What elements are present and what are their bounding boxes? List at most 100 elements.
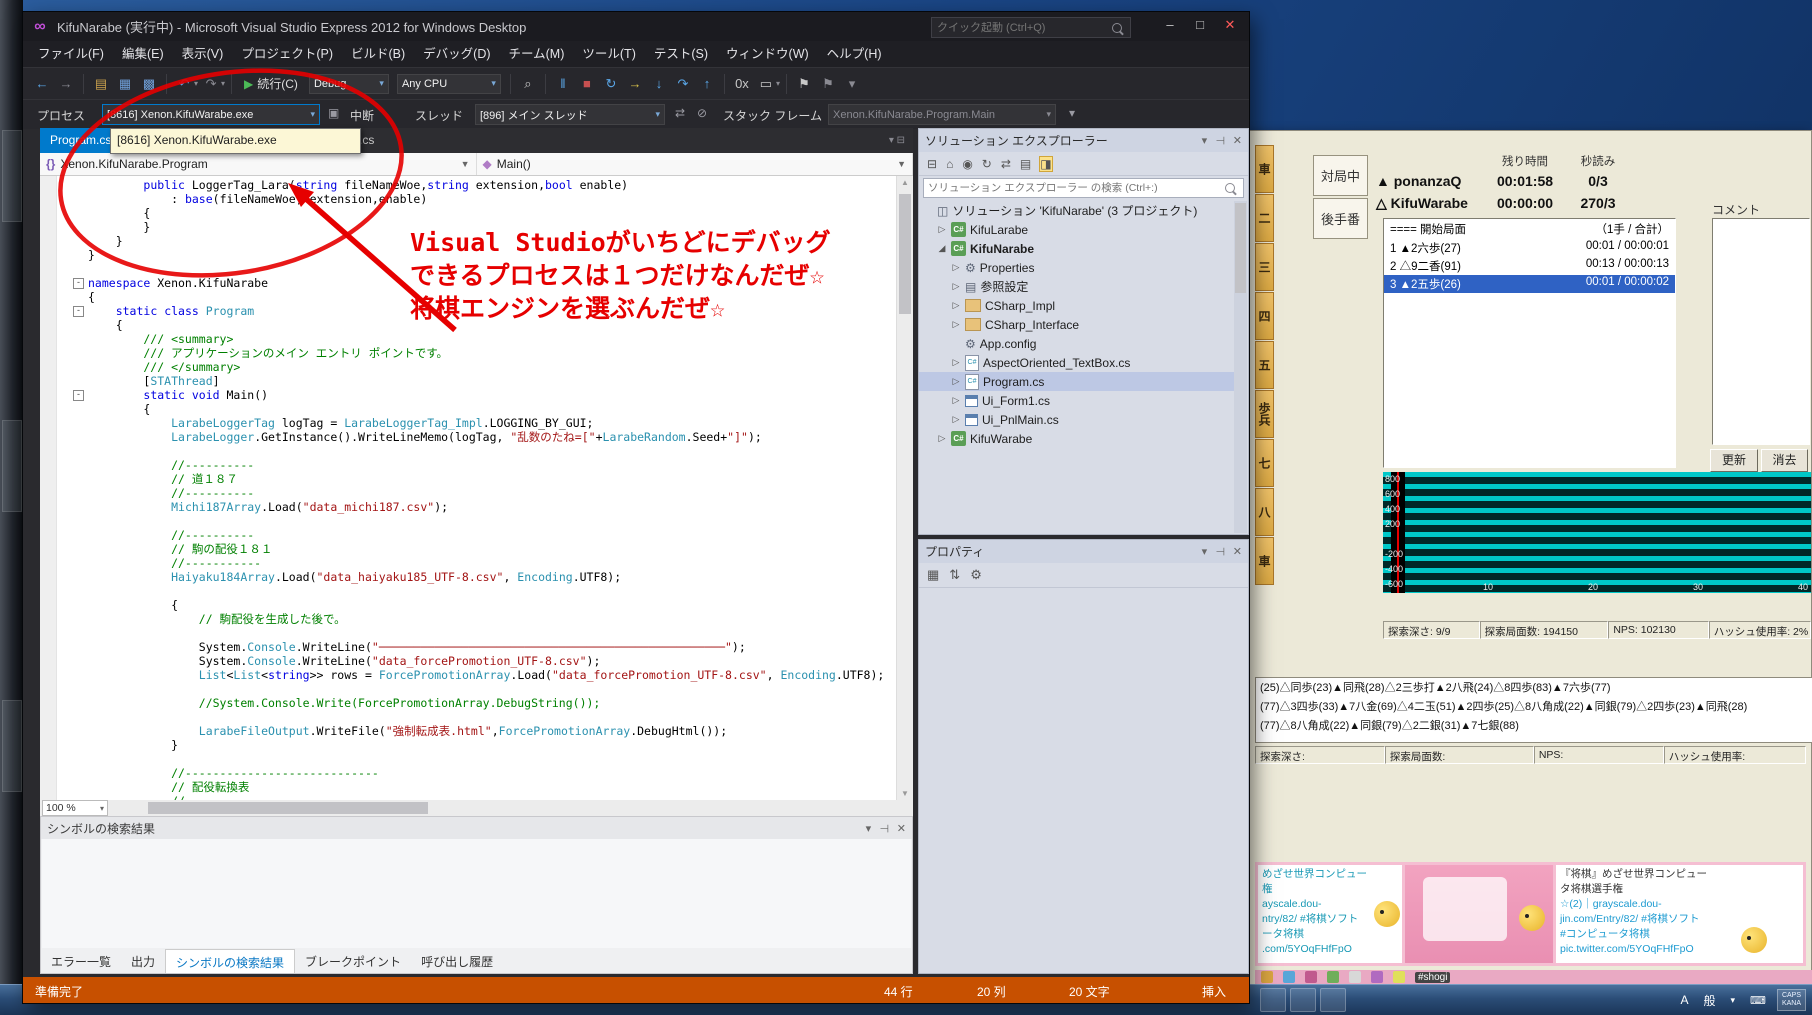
process-combo[interactable]: [8616] Xenon.KifuWarabe.exe ▾ [102, 104, 320, 125]
editor-vertical-scrollbar[interactable]: ▲ ▼ [896, 176, 913, 800]
flag-threads-icon[interactable]: ⇄ [675, 106, 685, 120]
hashtag-icon[interactable] [1283, 971, 1295, 983]
board-square[interactable]: 五 [1255, 341, 1274, 389]
solution-search-input[interactable] [924, 182, 1225, 194]
expander-icon[interactable]: ▷ [951, 376, 961, 387]
tree-item[interactable]: ▷ CSharp_Impl [919, 296, 1234, 315]
bottom-panel-header[interactable]: シンボルの検索結果 ▾ ⊤ ✕ [41, 817, 912, 839]
undo-icon[interactable]: ↶ [173, 76, 195, 92]
editor-horizontal-scrollbar[interactable]: 100 % ▾ [40, 800, 913, 816]
stop-icon[interactable]: ■ [576, 76, 598, 91]
tree-item[interactable]: ▷ ⚙ Properties [919, 258, 1234, 277]
menu-item[interactable]: ツール(T) [573, 41, 644, 67]
board-square[interactable]: 八 [1255, 488, 1274, 536]
move-row[interactable]: 3 ▲2五歩(26) 00:01 / 00:00:02 [1384, 275, 1675, 293]
expander-icon[interactable]: ▷ [951, 395, 961, 406]
tweet-card[interactable]: めざせ世界コンピュー権 ayscale.dou-ntry/82/ #将棋ソフト ータ… [1258, 865, 1402, 963]
hashtag-icon[interactable] [1327, 971, 1339, 983]
close-button[interactable]: ✕ [1215, 14, 1245, 36]
chevron-down-icon[interactable]: ▼ [897, 159, 906, 169]
open-file-icon[interactable]: ▤ [90, 76, 112, 92]
minimize-button[interactable]: – [1155, 14, 1185, 36]
bookmark-icon[interactable]: ⚑ [793, 76, 815, 92]
close-icon[interactable]: ✕ [1233, 134, 1242, 147]
menu-item[interactable]: 編集(E) [113, 41, 173, 67]
menu-item[interactable]: テスト(S) [645, 41, 717, 67]
expander-icon[interactable]: ▷ [951, 414, 961, 425]
collapse-all-icon[interactable]: ⊟ [927, 157, 937, 171]
window-position-icon[interactable]: ▾ [1202, 545, 1208, 558]
move-row[interactable]: 2 △9二香(91) 00:13 / 00:00:13 [1384, 257, 1675, 275]
chevron-down-icon[interactable]: ▾ [651, 109, 660, 120]
chevron-down-icon[interactable]: ▾ [306, 109, 315, 120]
expander-icon[interactable]: ◢ [937, 243, 947, 254]
tree-item[interactable]: ▷ C# AspectOriented_TextBox.cs [919, 353, 1234, 372]
fold-toggle-icon[interactable]: - [73, 390, 84, 401]
nav-back-icon[interactable]: ← [31, 76, 53, 91]
update-button[interactable]: 更新 [1710, 449, 1758, 472]
save-all-icon[interactable]: ▩ [138, 76, 160, 92]
expander-icon[interactable]: ▷ [951, 300, 961, 311]
taskbar-app-button[interactable] [1260, 988, 1286, 1012]
menu-item[interactable]: チーム(M) [500, 41, 574, 67]
find-icon[interactable]: ⌕ [517, 76, 539, 92]
scroll-down-icon[interactable]: ▼ [897, 789, 913, 798]
solution-explorer-scrollbar[interactable] [1234, 201, 1247, 533]
step-over-icon[interactable]: ↷ [672, 76, 694, 92]
hex-display-icon[interactable]: 0x [731, 76, 753, 91]
output-window-icon[interactable]: ▭ [755, 76, 777, 92]
refresh-icon[interactable]: ↻ [982, 157, 992, 171]
pin-icon[interactable]: ⊤ [877, 823, 890, 833]
tree-item[interactable]: ▷ Ui_PnlMain.cs [919, 410, 1234, 429]
board-square[interactable]: 四 [1255, 292, 1274, 340]
tree-item[interactable]: ▷ C# Program.cs [919, 372, 1234, 391]
chevron-down-icon[interactable]: ▼ [461, 159, 470, 169]
bottom-tab[interactable]: シンボルの検索結果 [165, 949, 296, 973]
member-dropdown[interactable]: ◆ Main() ▼ [477, 153, 913, 175]
code-editor[interactable]: public LoggerTag_Lara(string fileNameWoe… [40, 176, 896, 800]
preview-selected-icon[interactable]: ◨ [1039, 155, 1053, 172]
hashtag-icon[interactable] [1393, 971, 1405, 983]
chevron-down-icon[interactable]: ▾ [100, 804, 104, 813]
code-area[interactable]: public LoggerTag_Lara(string fileNameWoe… [88, 178, 884, 800]
tree-item[interactable]: ▷ Ui_Form1.cs [919, 391, 1234, 410]
hashtag-icon[interactable] [1371, 971, 1383, 983]
scrollbar-thumb[interactable] [899, 194, 911, 314]
title-bar[interactable]: ∞ KifuNarabe (実行中) - Microsoft Visual St… [23, 12, 1249, 41]
close-icon[interactable]: ✕ [897, 822, 906, 835]
property-pages-icon[interactable]: ⚙ [970, 567, 982, 583]
show-all-files-icon[interactable]: ▤ [1020, 157, 1031, 171]
board-square[interactable]: 二 [1255, 194, 1274, 242]
pin-icon[interactable]: ⊤ [1213, 136, 1226, 146]
fold-toggle-icon[interactable]: - [73, 278, 84, 289]
expander-icon[interactable]: ▷ [951, 319, 961, 330]
expander-icon[interactable]: ▷ [951, 357, 961, 368]
ime-input-mode[interactable]: A [1676, 992, 1692, 1008]
board-square[interactable]: 車 [1255, 537, 1274, 585]
menu-item[interactable]: ビルド(B) [342, 41, 414, 67]
menu-item[interactable]: ウィンドウ(W) [717, 41, 818, 67]
continue-button[interactable]: ▶ 続行(C) [238, 75, 304, 92]
properties-header[interactable]: プロパティ ▾ ⊤ ✕ [919, 540, 1248, 563]
thread-combo[interactable]: [896] メイン スレッド ▾ [475, 104, 665, 125]
process-snapshot-icon[interactable]: ▣ [328, 106, 339, 120]
window-position-icon[interactable]: ▾ [1202, 134, 1208, 147]
ime-tools-icon[interactable]: ▾ [1727, 994, 1740, 1007]
bottom-tab[interactable]: 呼び出し履歴 [411, 949, 503, 973]
taskbar-app-button[interactable] [1290, 988, 1316, 1012]
ime-language-bar[interactable]: A 般 ▾ ⌨ CAPS KANA [1676, 988, 1806, 1012]
board-square[interactable]: 三 [1255, 243, 1274, 291]
quick-launch-input[interactable] [932, 21, 1112, 34]
process-dropdown-item[interactable]: [8616] Xenon.KifuWarabe.exe [117, 133, 277, 147]
taskbar-buttons[interactable] [1260, 988, 1350, 1012]
window-position-icon[interactable]: ▾ [866, 822, 872, 835]
step-into-icon[interactable]: ↓ [648, 76, 670, 91]
tree-item[interactable]: ▷ C# KifuWarabe [919, 429, 1234, 448]
menu-item[interactable]: プロジェクト(P) [232, 41, 342, 67]
home-icon[interactable]: ⌂ [946, 157, 953, 171]
tree-item[interactable]: ◫ ソリューション 'KifuNarabe' (3 プロジェクト) [919, 201, 1234, 220]
sync-with-active-icon[interactable]: ⇄ [1001, 157, 1011, 171]
fold-toggle-icon[interactable]: - [73, 306, 84, 317]
process-dropdown-list[interactable]: [8616] Xenon.KifuWarabe.exe [110, 128, 361, 154]
bottom-tab[interactable]: 出力 [121, 949, 165, 973]
